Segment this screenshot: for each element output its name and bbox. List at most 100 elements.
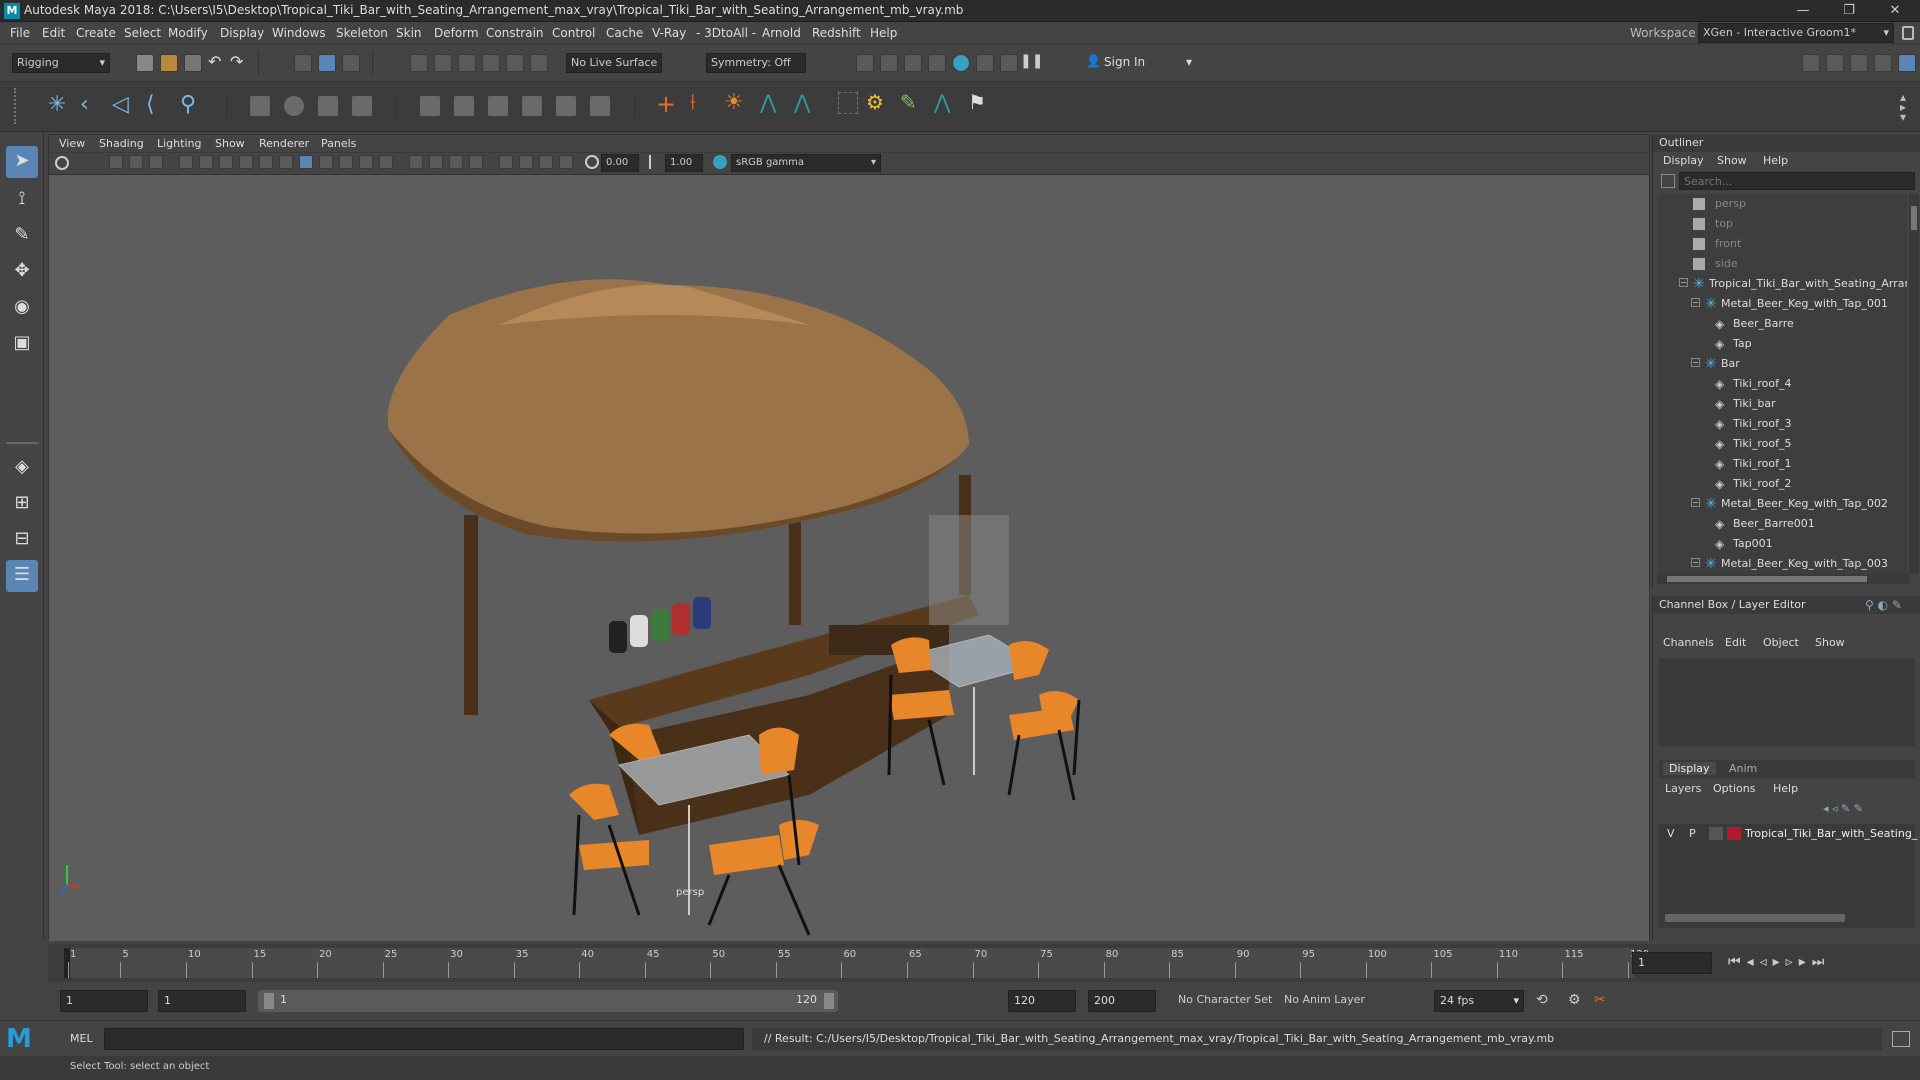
auto-key-icon[interactable]: ⚙: [1568, 992, 1581, 1008]
range-handle-start[interactable]: [264, 993, 274, 1009]
safe-action-icon[interactable]: [239, 155, 253, 169]
rotate-tool-icon[interactable]: ◉: [6, 292, 38, 324]
viewport-menu-view[interactable]: View: [59, 137, 85, 150]
redo-icon[interactable]: ↷: [230, 52, 243, 71]
outliner-search-input[interactable]: [1679, 172, 1915, 190]
cb-menu-show[interactable]: Show: [1815, 636, 1845, 649]
menu-vray[interactable]: V-Ray: [652, 26, 686, 40]
new-scene-icon[interactable]: [136, 54, 154, 72]
layer-hscroll-thumb[interactable]: [1665, 914, 1845, 922]
menu-cache[interactable]: Cache: [606, 26, 643, 40]
animation-end-field[interactable]: 200: [1088, 990, 1156, 1012]
outliner-item-tiki-roof-4[interactable]: ◈ Tiki_roof_4: [1657, 374, 1907, 394]
paint-weights-icon[interactable]: [284, 96, 304, 116]
ambient-occlusion-icon[interactable]: [499, 155, 513, 169]
symmetry-dropdown[interactable]: Symmetry: Off: [706, 53, 806, 73]
persp-outliner-icon[interactable]: ⊟: [6, 524, 38, 556]
outliner-item-tiki-roof-5[interactable]: ◈ Tiki_roof_5: [1657, 434, 1907, 454]
menu-edit[interactable]: Edit: [42, 26, 65, 40]
outliner-item-tiki-roof-2[interactable]: ◈ Tiki_roof_2: [1657, 474, 1907, 494]
cb-menu-edit[interactable]: Edit: [1725, 636, 1746, 649]
pick-tool-icon[interactable]: ⚑: [968, 90, 986, 114]
expand-toggle[interactable]: −: [1691, 498, 1700, 507]
expand-toggle[interactable]: −: [1679, 278, 1688, 287]
viewport-menu-lighting[interactable]: Lighting: [157, 137, 201, 150]
outliner-item-keg-002[interactable]: − ✳ Metal_Beer_Keg_with_Tap_002: [1657, 494, 1907, 514]
isolate-select-icon[interactable]: [469, 155, 483, 169]
expand-toggle[interactable]: −: [1691, 298, 1700, 307]
cb-menu-object[interactable]: Object: [1763, 636, 1799, 649]
outliner-menu-show[interactable]: Show: [1717, 154, 1747, 167]
playback-controls[interactable]: ⏮◂◃▸▹▸⏭: [1728, 954, 1830, 970]
outliner-item-tiki-bar[interactable]: ◈ Tiki_bar: [1657, 394, 1907, 414]
layer-color-swatch[interactable]: [1727, 827, 1741, 840]
camera-lock-icon[interactable]: [55, 156, 69, 170]
backface-icon[interactable]: [449, 155, 463, 169]
scroll-thumb[interactable]: [1667, 576, 1867, 582]
layer-menu-layers[interactable]: Layers: [1665, 782, 1701, 795]
use-all-lights-icon[interactable]: [359, 155, 373, 169]
parent-constraint-icon[interactable]: [454, 96, 474, 116]
ik-spline-icon[interactable]: ◁: [112, 92, 129, 117]
anim-prefs-icon[interactable]: ✂: [1594, 992, 1606, 1008]
outliner-item-tiki-root[interactable]: − ✳ Tropical_Tiki_Bar_with_Seating_Arrang: [1657, 274, 1907, 294]
bind-skin-icon[interactable]: [250, 96, 270, 116]
menu-arnold[interactable]: Arnold: [762, 26, 801, 40]
time-ruler[interactable]: 1 5 10 15 20 25 30 35 40 45 50 55 60 65 70 75 80 85 90 95 10…: [64, 948, 1649, 978]
snap-curve-icon[interactable]: [434, 54, 452, 72]
safe-title-icon[interactable]: [259, 155, 273, 169]
menu-redshift[interactable]: Redshift: [812, 26, 861, 40]
mirror-joint-icon[interactable]: ⟨: [146, 92, 155, 117]
fps-dropdown[interactable]: 24 fps ▾: [1434, 990, 1524, 1012]
outliner-item-tiki-roof-3[interactable]: ◈ Tiki_roof_3: [1657, 414, 1907, 434]
workspace-dropdown[interactable]: XGen - Interactive Groom1* ▾: [1698, 23, 1894, 43]
menu-modify[interactable]: Modify: [168, 26, 208, 40]
humanik-icon[interactable]: ⚲: [180, 92, 196, 117]
menuset-dropdown[interactable]: Rigging ▾: [12, 53, 110, 73]
outliner-item-keg-003[interactable]: − ✳ Metal_Beer_Keg_with_Tap_003: [1657, 554, 1907, 574]
select-object-icon[interactable]: [318, 54, 336, 72]
cb-menu-channels[interactable]: Channels: [1663, 636, 1714, 649]
save-scene-icon[interactable]: [184, 54, 202, 72]
xray-joints-icon[interactable]: [429, 155, 443, 169]
outliner-item-beer-barre001[interactable]: ◈ Beer_Barre001: [1657, 514, 1907, 534]
viewport-canvas[interactable]: persp: [49, 175, 1649, 941]
point-constraint-icon[interactable]: [488, 96, 508, 116]
pole-vector-icon[interactable]: ⟊: [690, 90, 696, 115]
range-slider[interactable]: 1 120: [258, 990, 838, 1012]
orient-constraint-icon[interactable]: [522, 96, 542, 116]
menu-display[interactable]: Display: [220, 26, 264, 40]
single-view-icon[interactable]: ◈: [6, 452, 38, 484]
lock-icon[interactable]: [1902, 26, 1914, 40]
sign-in-button[interactable]: 👤 Sign In ▾: [1086, 53, 1200, 73]
snap-grid-icon[interactable]: [410, 54, 428, 72]
sculpt-icon[interactable]: ✎: [900, 90, 917, 114]
ipr-render-icon[interactable]: [904, 54, 922, 72]
persp-graph-icon[interactable]: ☰: [6, 560, 38, 592]
modeling-toolkit-icon[interactable]: [1802, 54, 1820, 72]
anim-layer-dropdown[interactable]: No Anim Layer: [1284, 993, 1365, 1006]
cluster-icon[interactable]: [420, 96, 440, 116]
wireframe-on-shaded-icon[interactable]: [319, 155, 333, 169]
channel-box-toggle-icon[interactable]: [1898, 54, 1916, 72]
menu-3dtoall[interactable]: - 3DtoAll -: [696, 26, 756, 40]
loop-icon[interactable]: ⟲: [1536, 992, 1548, 1008]
move-tool-icon[interactable]: ✥: [6, 256, 38, 288]
outliner-item-tap[interactable]: ◈ Tap: [1657, 334, 1907, 354]
motion-blur-icon[interactable]: [519, 155, 533, 169]
menu-skeleton[interactable]: Skeleton: [336, 26, 388, 40]
four-view-icon[interactable]: ⊞: [6, 488, 38, 520]
outliner-item-tiki-roof-1[interactable]: ◈ Tiki_roof_1: [1657, 454, 1907, 474]
current-frame-field[interactable]: 1: [1632, 952, 1712, 974]
layer-type-box[interactable]: [1709, 827, 1723, 840]
render-settings-icon[interactable]: [928, 54, 946, 72]
close-button[interactable]: ✕: [1872, 0, 1918, 22]
resolution-gate-icon[interactable]: [219, 155, 233, 169]
scale-tool-icon[interactable]: ▣: [6, 328, 38, 360]
layer-visibility-toggle[interactable]: V: [1667, 827, 1675, 840]
grid-toggle-icon[interactable]: [179, 155, 193, 169]
live-surface-dropdown[interactable]: No Live Surface: [566, 53, 662, 73]
menu-windows[interactable]: Windows: [272, 26, 326, 40]
menu-select[interactable]: Select: [124, 26, 161, 40]
viewport-menu-show[interactable]: Show: [215, 137, 245, 150]
